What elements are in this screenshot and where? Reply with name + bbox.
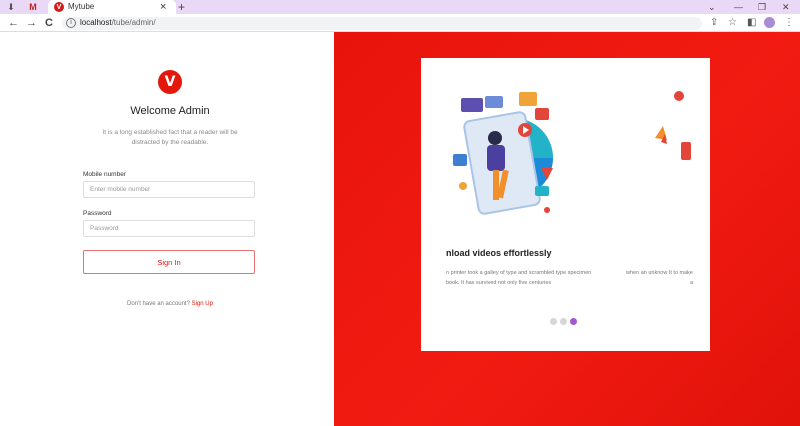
download-icon[interactable]: ⬇ xyxy=(4,1,18,13)
slide-title: nload videos effortlessly xyxy=(446,248,552,258)
minimize-button[interactable]: — xyxy=(734,0,743,14)
browser-tab-bar: ⬇ M V Mytube × + ⌄ — ❐ ✕ xyxy=(0,0,800,14)
sign-up-link[interactable]: Sign Up xyxy=(192,301,213,307)
reload-button[interactable]: C xyxy=(45,16,53,30)
address-bar[interactable]: i localhost/tube/admin/ xyxy=(62,17,702,30)
hero-panel: nload videos effortlessly n printer took… xyxy=(334,32,800,426)
new-tab-button[interactable]: + xyxy=(178,0,185,14)
page-title: Welcome Admin xyxy=(130,105,210,117)
carousel-dots xyxy=(550,318,577,325)
no-account-text: Don't have an account? xyxy=(127,301,192,307)
intro-text: It is a long established fact that a rea… xyxy=(102,129,238,146)
profile-avatar[interactable] xyxy=(764,17,775,28)
tab-title: Mytube xyxy=(68,2,95,11)
next-slide-illustration xyxy=(655,91,691,160)
carousel-dot-1[interactable] xyxy=(550,318,557,325)
carousel-dot-2[interactable] xyxy=(560,318,567,325)
password-label: Password xyxy=(83,210,112,217)
app-logo: V xyxy=(158,70,182,94)
mobile-input[interactable] xyxy=(83,181,255,198)
next-slide-text: when an unknow It to make a xyxy=(626,270,693,286)
mobile-label: Mobile number xyxy=(83,171,126,178)
slide-text: n printer took a galley of type and scra… xyxy=(446,270,592,286)
signup-prompt: Don't have an account? Sign Up xyxy=(70,301,270,307)
gmail-icon[interactable]: M xyxy=(26,1,40,13)
carousel-dot-3[interactable] xyxy=(570,318,577,325)
tab-search-icon[interactable]: ⌄ xyxy=(708,0,716,14)
url-host: localhost xyxy=(80,18,112,27)
video-download-illustration xyxy=(453,92,553,215)
browser-toolbar: ← → C i localhost/tube/admin/ ⇪ ☆ ◧ ⋮ xyxy=(0,14,800,32)
url-path: /tube/admin/ xyxy=(111,18,156,27)
site-info-icon[interactable]: i xyxy=(66,18,76,28)
bookmark-star-icon[interactable]: ☆ xyxy=(728,16,737,30)
sign-in-button[interactable]: Sign In xyxy=(83,250,255,274)
url-text[interactable]: localhost/tube/admin/ xyxy=(80,18,156,27)
carousel-card: nload videos effortlessly n printer took… xyxy=(421,58,710,351)
forward-button[interactable]: → xyxy=(26,16,37,30)
tab-mytube[interactable]: V Mytube × xyxy=(48,0,176,14)
back-button[interactable]: ← xyxy=(8,16,19,30)
login-panel: V Welcome Admin It is a long established… xyxy=(0,32,334,426)
tab-close-icon[interactable]: × xyxy=(160,0,166,14)
close-window-button[interactable]: ✕ xyxy=(782,0,790,14)
side-panel-icon[interactable]: ◧ xyxy=(747,16,756,30)
share-icon[interactable]: ⇪ xyxy=(710,16,718,30)
mytube-favicon-icon: V xyxy=(54,2,64,12)
password-input[interactable] xyxy=(83,220,255,237)
browser-menu-icon[interactable]: ⋮ xyxy=(784,16,794,30)
restore-button[interactable]: ❐ xyxy=(758,0,766,14)
